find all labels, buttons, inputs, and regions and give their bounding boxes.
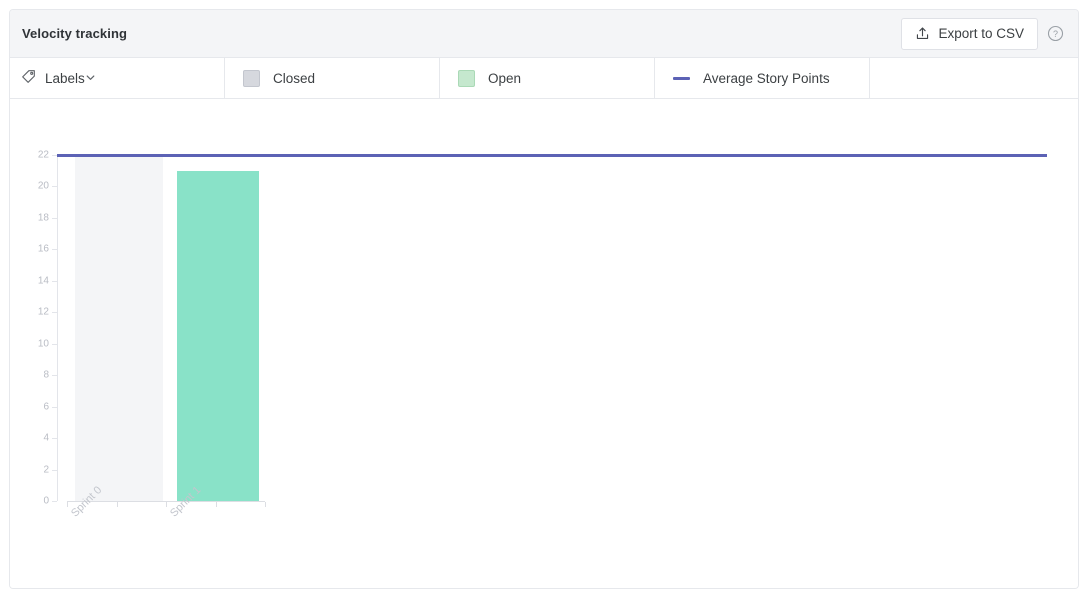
card-header: Velocity tracking Export to CSV ?: [10, 10, 1078, 58]
export-to-csv-button[interactable]: Export to CSV: [901, 17, 1038, 50]
y-axis-tick-label: 14: [37, 275, 49, 287]
y-axis-tick-mark: [52, 249, 57, 251]
y-axis-tick-label: 2: [43, 464, 49, 476]
tag-icon: [21, 69, 45, 87]
y-axis-tick-label: 22: [37, 149, 49, 161]
y-axis-tick-label: 0: [43, 495, 49, 507]
page-title: Velocity tracking: [22, 26, 128, 41]
velocity-tracking-screen: Velocity tracking Export to CSV ? Labels…: [0, 0, 1090, 598]
average-story-points-line: [57, 154, 1047, 157]
velocity-tracking-card: Velocity tracking Export to CSV ? Labels…: [9, 9, 1079, 589]
legend-item-closed[interactable]: Closed: [225, 58, 440, 98]
y-axis-tick-mark: [52, 186, 57, 188]
y-axis-tick-mark: [52, 438, 57, 440]
legend-item-average-story-points[interactable]: Average Story Points: [655, 58, 870, 98]
y-axis-tick-mark: [52, 469, 57, 471]
y-axis-tick-mark: [52, 375, 57, 377]
x-axis-tick-mark: [116, 502, 118, 507]
x-axis-tick-mark: [67, 502, 68, 507]
help-circle-icon[interactable]: ?: [1044, 23, 1066, 45]
y-axis-tick-mark: [52, 280, 57, 282]
legend-empty-space: [870, 58, 1078, 98]
legend-bar: Labels Closed Open Average Story Points: [10, 58, 1078, 99]
export-to-csv-label: Export to CSV: [938, 26, 1024, 41]
chart-plot-area: 0 2 4 6 8 10 12 14 16 18 20 22 Sprint 0 Sprint 1: [10, 99, 1078, 588]
legend-label-open: Open: [488, 70, 522, 86]
chart-canvas: 0 2 4 6 8 10 12 14 16 18 20 22 Sprint 0 Sprint 1: [10, 99, 1078, 588]
y-axis-tick-label: 6: [43, 401, 49, 413]
labels-filter-dropdown[interactable]: Labels: [10, 58, 225, 98]
y-axis-tick-label: 8: [43, 369, 49, 381]
legend-line-average-story-points: [673, 76, 690, 80]
x-axis-tick-mark: [166, 502, 167, 507]
svg-text:?: ?: [1052, 29, 1057, 39]
y-axis-tick-label: 10: [37, 338, 49, 350]
y-axis-tick-mark: [52, 343, 57, 345]
x-axis-tick-mark: [215, 502, 217, 507]
y-axis-tick-label: 20: [37, 180, 49, 192]
y-axis-tick-mark: [52, 217, 57, 219]
chevron-down-icon: [85, 71, 96, 86]
y-axis-line: [57, 155, 58, 501]
y-axis-tick-label: 18: [37, 212, 49, 224]
legend-label-average-story-points: Average Story Points: [703, 70, 830, 86]
export-upload-icon: [915, 26, 930, 41]
header-actions: Export to CSV ?: [901, 17, 1070, 50]
y-axis-tick-mark: [52, 501, 57, 502]
y-axis-tick-mark: [52, 312, 57, 314]
legend-swatch-open: [458, 69, 475, 87]
y-axis-tick-label: 16: [37, 243, 49, 255]
chart-bar[interactable]: [177, 170, 259, 501]
legend-label-closed: Closed: [273, 70, 316, 86]
y-axis-tick-label: 12: [37, 306, 49, 318]
y-axis-tick-mark: [52, 406, 57, 408]
legend-item-open[interactable]: Open: [440, 58, 655, 98]
y-axis-tick-label: 4: [43, 432, 49, 444]
labels-filter-label: Labels: [45, 70, 85, 86]
bar-hover-highlight: [75, 155, 163, 501]
x-axis-tick-mark: [265, 502, 266, 507]
legend-swatch-closed: [243, 69, 260, 87]
